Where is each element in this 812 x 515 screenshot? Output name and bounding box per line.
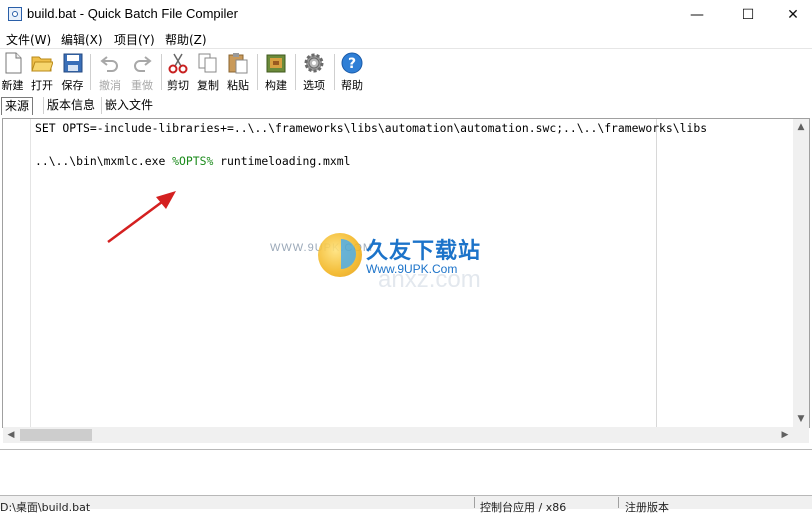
new-button[interactable]: 新建 <box>0 52 25 92</box>
paste-button[interactable]: 粘贴 <box>225 52 251 92</box>
paste-icon <box>227 52 249 74</box>
maximize-icon: ☐ <box>741 7 755 23</box>
minimize-icon: — <box>690 7 704 23</box>
new-label: 新建 <box>1 79 24 92</box>
toolbar-separator <box>334 54 335 90</box>
tab-source[interactable]: 来源 <box>1 97 34 115</box>
editor-right-margin <box>656 119 657 427</box>
open-button[interactable]: 打开 <box>29 52 55 92</box>
copy-button[interactable]: 复制 <box>195 52 221 92</box>
editor-gutter-line <box>30 119 31 427</box>
gear-icon <box>303 52 325 74</box>
toolbar-separator <box>295 54 296 90</box>
undo-label: 撤消 <box>99 79 121 92</box>
toolbar-separator <box>257 54 258 90</box>
scroll-corner <box>793 427 809 443</box>
horizontal-scrollbar[interactable] <box>3 427 809 443</box>
options-label: 选项 <box>303 79 325 92</box>
status-divider <box>618 497 619 508</box>
close-icon: ✕ <box>787 7 799 23</box>
undo-icon <box>99 52 121 74</box>
cut-label: 剪切 <box>167 79 189 92</box>
status-registration: 注册版本 <box>625 501 669 514</box>
vertical-scrollbar[interactable] <box>793 119 809 427</box>
watermark-name: 久友下载站 <box>366 239 482 264</box>
save-label: 保存 <box>61 79 84 92</box>
watermark-url: Www.9UPK.Com <box>366 262 458 276</box>
new-file-icon <box>2 52 24 74</box>
window-title: build.bat - Quick Batch File Compiler <box>27 6 238 21</box>
menu-file[interactable]: 文件(W) <box>6 31 51 48</box>
save-button[interactable]: 保存 <box>59 52 86 92</box>
toolbar-separator <box>90 54 91 90</box>
redo-icon <box>131 52 153 74</box>
tab-embedded-files[interactable]: 嵌入文件 <box>101 97 156 114</box>
horizontal-scroll-thumb[interactable] <box>20 429 92 441</box>
code-text: runtimeloading.mxml <box>213 154 351 168</box>
minimize-button[interactable]: — <box>674 0 720 30</box>
menu-project[interactable]: 项目(Y) <box>114 31 155 48</box>
output-pane[interactable] <box>0 449 812 494</box>
folder-open-icon <box>31 52 54 74</box>
tab-version-info[interactable]: 版本信息 <box>43 97 98 114</box>
scroll-left-icon[interactable]: ◀ <box>3 427 19 443</box>
toolbar-separator <box>161 54 162 90</box>
svg-text:?: ? <box>348 56 356 72</box>
status-file-path: D:\桌面\build.bat <box>0 501 91 514</box>
open-label: 打开 <box>31 79 53 92</box>
code-text: ..\..\bin\mxmlc.exe <box>35 154 173 168</box>
status-divider <box>474 497 475 508</box>
watermark-logo-icon <box>318 233 362 277</box>
copy-icon <box>197 52 219 74</box>
redo-button[interactable]: 重做 <box>127 52 157 92</box>
close-button[interactable]: ✕ <box>770 0 812 30</box>
scroll-right-icon[interactable]: ▶ <box>777 427 793 443</box>
undo-button[interactable]: 撤消 <box>95 52 125 92</box>
cut-button[interactable]: 剪切 <box>165 52 191 92</box>
menu-help[interactable]: 帮助(Z) <box>165 31 207 48</box>
help-button[interactable]: ? 帮助 <box>338 52 366 92</box>
help-icon: ? <box>341 52 363 74</box>
app-icon[interactable] <box>8 7 22 21</box>
status-app-type: 控制台应用 / x86 <box>480 501 567 514</box>
paste-label: 粘贴 <box>227 79 249 92</box>
build-icon <box>265 52 287 74</box>
code-line-1[interactable]: SET OPTS=-include-libraries+=..\..\frame… <box>35 121 795 135</box>
build-button[interactable]: 构建 <box>262 52 290 92</box>
code-variable: %OPTS% <box>172 154 214 168</box>
menu-edit[interactable]: 编辑(X) <box>61 31 103 48</box>
redo-label: 重做 <box>131 79 153 92</box>
red-arrow-icon <box>107 191 176 244</box>
scroll-down-icon[interactable]: ▼ <box>793 411 809 427</box>
maximize-button[interactable]: ☐ <box>725 0 771 30</box>
status-bar <box>0 495 812 509</box>
options-button[interactable]: 选项 <box>300 52 328 92</box>
copy-label: 复制 <box>197 79 219 92</box>
scissors-icon <box>167 52 189 74</box>
scroll-up-icon[interactable]: ▲ <box>793 119 809 135</box>
code-line-2[interactable]: ..\..\bin\mxmlc.exe %OPTS% runtimeloadin… <box>35 154 350 168</box>
build-label: 构建 <box>265 79 287 92</box>
floppy-disk-icon <box>62 52 84 74</box>
help-label: 帮助 <box>341 79 363 92</box>
